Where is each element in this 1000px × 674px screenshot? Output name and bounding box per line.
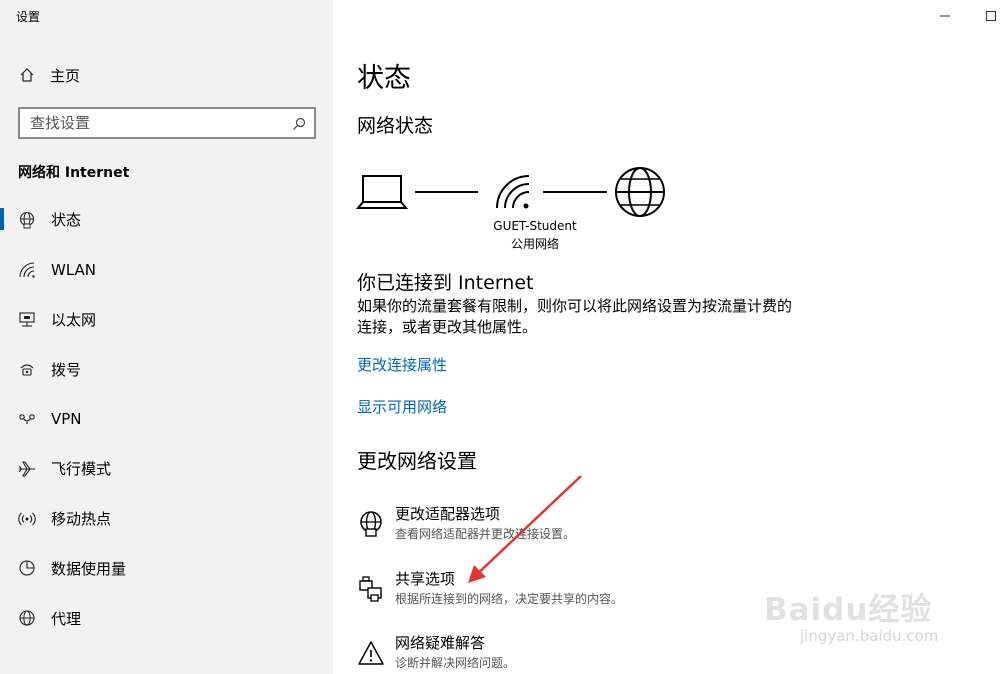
sharing-printer-icon (357, 575, 385, 603)
vpn-icon (18, 410, 36, 428)
nav-home[interactable]: 主页 (0, 58, 333, 92)
sidebar-item-label: 移动热点 (51, 510, 112, 529)
sidebar-item-label: 状态 (51, 211, 82, 230)
sidebar-item-label: 拨号 (51, 360, 82, 379)
ethernet-icon (18, 310, 36, 328)
sidebar-item-status[interactable]: 状态 (0, 195, 333, 245)
globe-icon (18, 609, 36, 627)
option-description: 查看网络适配器并更改连接设置。 (395, 527, 576, 541)
sidebar-item-label: 代理 (51, 609, 82, 628)
change-connection-properties-link[interactable]: 更改连接属性 (357, 354, 447, 375)
page-title: 状态 (357, 63, 411, 94)
connected-title: 你已连接到 Internet (357, 272, 534, 294)
option-title: 更改适配器选项 (395, 505, 501, 523)
app-title: 设置 (16, 10, 41, 24)
change-adapter-options[interactable]: 更改适配器选项 查看网络适配器并更改连接设置。 (353, 503, 773, 549)
internet-globe-icon (615, 167, 665, 217)
sidebar-item-airplane[interactable]: 飞行模式 (0, 444, 333, 494)
section-title: 网络和 Internet (18, 165, 130, 181)
network-name: GUET-Student (493, 219, 577, 233)
airplane-icon (18, 460, 36, 478)
network-status-title: 网络状态 (357, 115, 434, 137)
sidebar-item-hotspot[interactable]: 移动热点 (0, 494, 333, 544)
change-network-settings-title: 更改网络设置 (357, 449, 477, 473)
search-icon[interactable] (292, 116, 306, 130)
search-box[interactable] (18, 107, 316, 139)
option-title: 共享选项 (395, 570, 456, 588)
sidebar-item-proxy[interactable]: 代理 (0, 593, 333, 643)
connected-description: 如果你的流量套餐有限制，则你可以将此网络设置为按流量计费的连接，或者更改其他属性… (357, 297, 793, 336)
laptop-icon (355, 175, 409, 209)
home-icon (18, 66, 36, 84)
nav-list: 状态 WLAN 以太网 拨号 VPN 飞行模式 移动热点 数据使用量 代理 (0, 195, 333, 643)
watermark-brand: Baidu经验 (764, 592, 933, 628)
option-description: 根据所连接到的网络，决定要共享的内容。 (395, 592, 624, 606)
hotspot-icon (18, 510, 36, 528)
wifi-signal-icon (496, 175, 530, 209)
warning-triangle-icon (357, 639, 385, 667)
network-troubleshooter[interactable]: 网络疑难解答 诊断并解决网络问题。 (353, 632, 773, 674)
sidebar-item-dialup[interactable]: 拨号 (0, 344, 333, 394)
sidebar-item-ethernet[interactable]: 以太网 (0, 295, 333, 345)
sidebar-item-label: 以太网 (51, 310, 97, 329)
show-available-networks-link[interactable]: 显示可用网络 (357, 396, 447, 417)
option-title: 网络疑难解答 (395, 634, 486, 652)
sharing-options[interactable]: 共享选项 根据所连接到的网络，决定要共享的内容。 (353, 568, 773, 614)
adapter-globe-icon (357, 510, 385, 538)
globe-status-icon (18, 211, 36, 229)
sidebar-item-wlan[interactable]: WLAN (0, 245, 333, 295)
watermark-url: jingyan.baidu.com (800, 627, 939, 645)
data-usage-icon (18, 559, 36, 577)
sidebar: 设置 主页 网络和 Internet 状态 WLAN (0, 0, 333, 674)
sidebar-item-data-usage[interactable]: 数据使用量 (0, 544, 333, 594)
network-diagram: GUET-Student 公用网络 (355, 160, 675, 255)
nav-home-label: 主页 (50, 66, 81, 85)
sidebar-item-label: 飞行模式 (51, 460, 112, 479)
network-type: 公用网络 (510, 237, 559, 251)
sidebar-item-vpn[interactable]: VPN (0, 394, 333, 444)
baidu-watermark: Baidu经验 jingyan.baidu.com (762, 584, 947, 654)
sidebar-item-label: WLAN (51, 260, 97, 279)
sidebar-item-label: VPN (51, 410, 82, 429)
search-input[interactable] (20, 114, 270, 132)
dialup-icon (18, 360, 36, 378)
wifi-icon (18, 261, 36, 279)
sidebar-item-label: 数据使用量 (51, 559, 127, 578)
option-description: 诊断并解决网络问题。 (395, 656, 516, 670)
main-content: 状态 网络状态 GUET-Student 公用网络 你已连接到 Internet… (333, 0, 1000, 674)
